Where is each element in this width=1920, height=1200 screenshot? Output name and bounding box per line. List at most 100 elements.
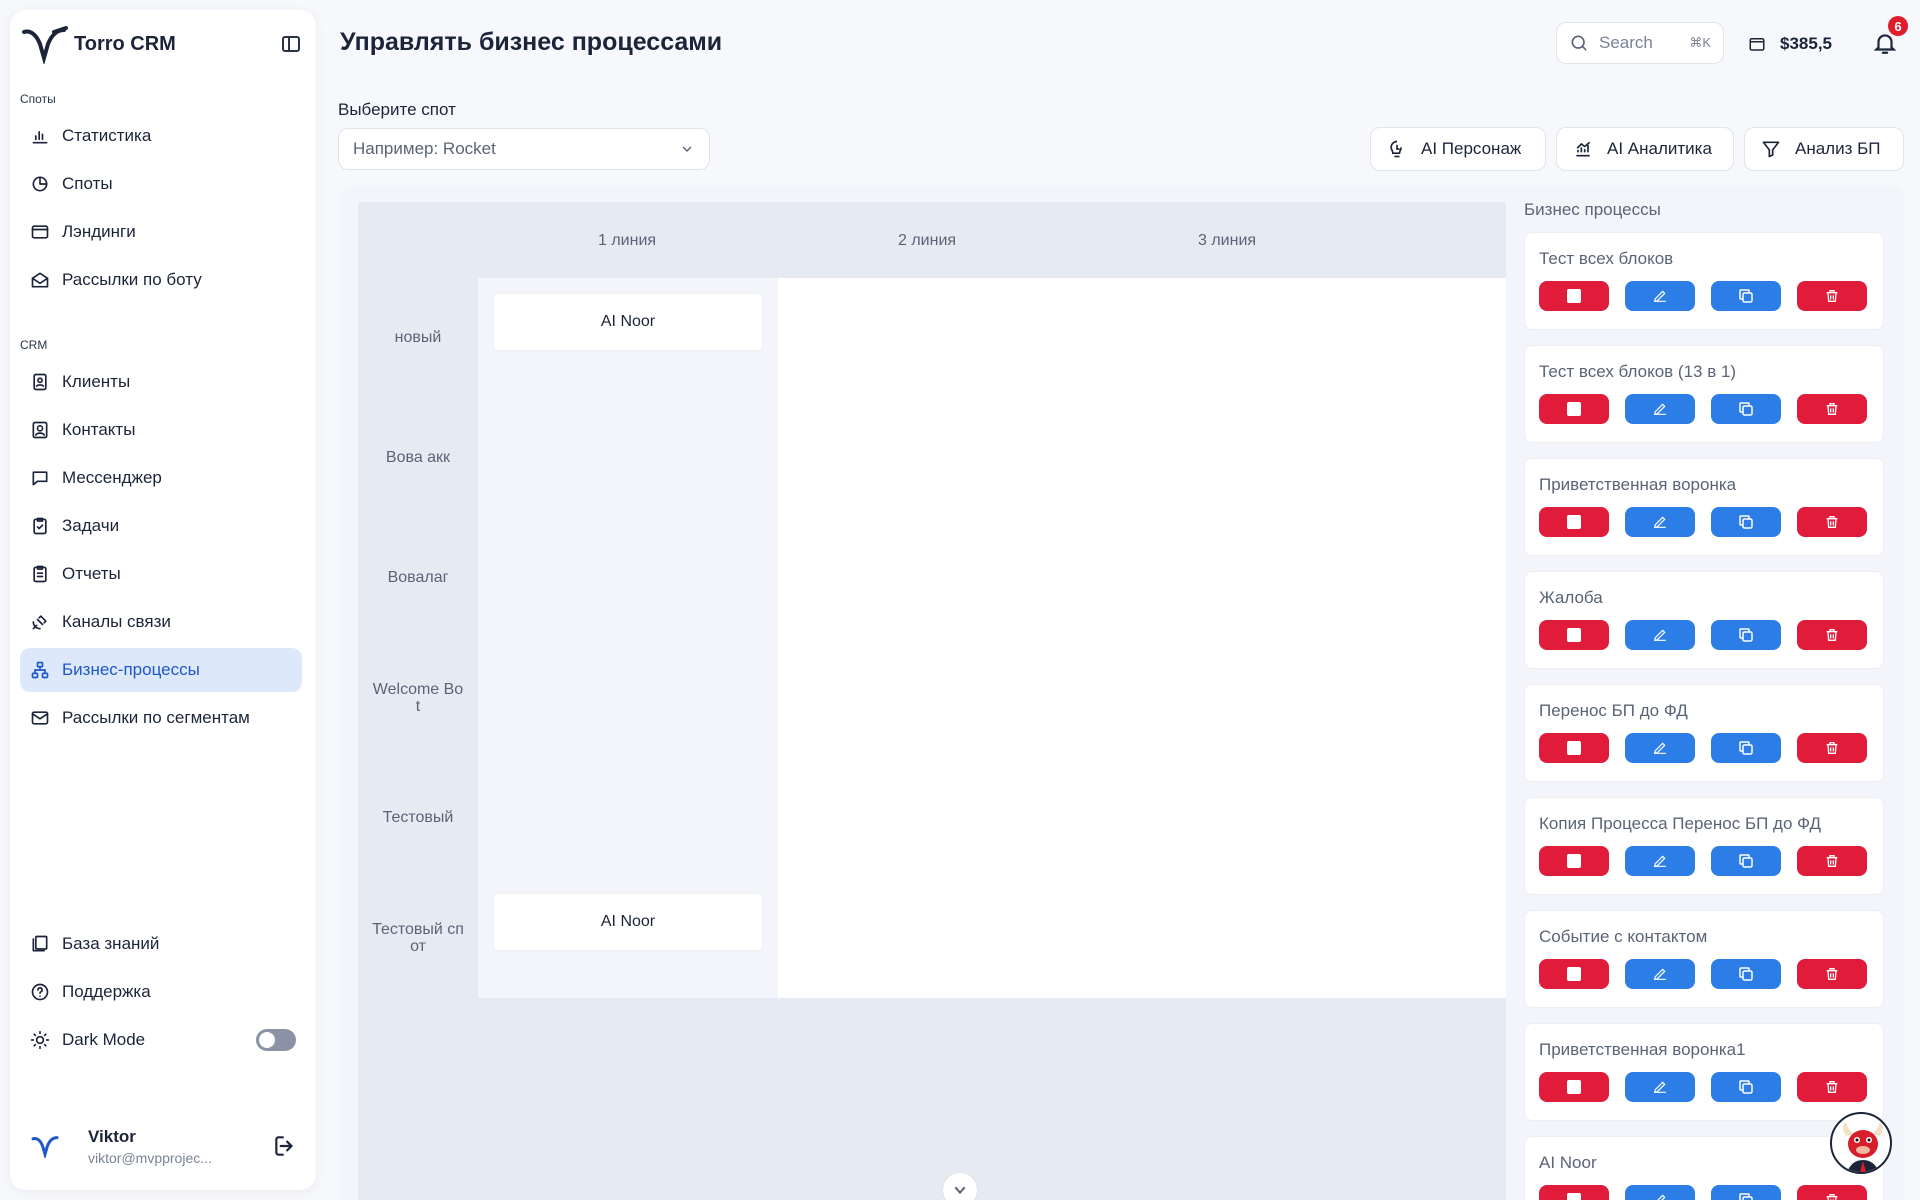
torro-logo-icon xyxy=(31,1136,59,1158)
stop-button[interactable] xyxy=(1539,1185,1609,1200)
copy-button[interactable] xyxy=(1711,620,1781,650)
sidebar-item-chat-bubble[interactable]: Мессенджер xyxy=(20,456,302,500)
analytics-chart-icon xyxy=(1576,141,1591,157)
board-column-4[interactable] xyxy=(1378,278,1506,998)
column-header-2: 2 линия xyxy=(898,232,957,249)
copy-icon xyxy=(1737,513,1755,531)
delete-button[interactable] xyxy=(1797,394,1867,424)
copy-button[interactable] xyxy=(1711,281,1781,311)
edit-button[interactable] xyxy=(1625,733,1695,763)
copy-button[interactable] xyxy=(1711,394,1781,424)
edit-button[interactable] xyxy=(1625,507,1695,537)
sidebar-item-label: Бизнес-процессы xyxy=(62,660,200,679)
envelope-open-icon xyxy=(30,270,50,290)
spot-select-placeholder: Например: Rocket xyxy=(353,139,496,158)
row-label: Тестовый xyxy=(382,809,454,826)
crm-nav: Клиенты Контакты Мессенджер Задачи Отчеты Кан… xyxy=(20,360,302,744)
edit-button[interactable] xyxy=(1625,620,1695,650)
edit-button[interactable] xyxy=(1625,394,1695,424)
process-name: AI Noor xyxy=(1539,1153,1597,1172)
pencil-icon xyxy=(1652,514,1668,530)
sidebar-item-user-card[interactable]: Клиенты xyxy=(20,360,302,404)
sidebar-item-label: Лэндинги xyxy=(62,222,136,241)
scroll-down-button[interactable] xyxy=(942,1172,978,1200)
stop-button[interactable] xyxy=(1539,281,1609,311)
copy-button[interactable] xyxy=(1711,733,1781,763)
process-name: Событие с контактом xyxy=(1539,927,1708,946)
logout-icon[interactable] xyxy=(272,1133,298,1159)
board-card[interactable]: AI Noor xyxy=(494,294,762,350)
delete-button[interactable] xyxy=(1797,846,1867,876)
edit-button[interactable] xyxy=(1625,1072,1695,1102)
edit-button[interactable] xyxy=(1625,959,1695,989)
spot-select[interactable]: Например: Rocket xyxy=(338,128,710,170)
delete-button[interactable] xyxy=(1797,281,1867,311)
copy-button[interactable] xyxy=(1711,959,1781,989)
board-card[interactable]: AI Noor xyxy=(494,894,762,950)
ai-analytics-label: AI Аналитика xyxy=(1607,139,1712,158)
sidebar-item-books[interactable]: База знаний xyxy=(20,922,302,966)
board-column-2[interactable] xyxy=(778,278,1078,998)
sidebar-item-bar-chart[interactable]: Статистика xyxy=(20,114,302,158)
delete-button[interactable] xyxy=(1797,620,1867,650)
delete-button[interactable] xyxy=(1797,1185,1867,1200)
stop-icon xyxy=(1567,628,1581,642)
ai-persona-button[interactable]: AI Персонаж xyxy=(1370,127,1546,171)
sidebar-item-contact-book[interactable]: Контакты xyxy=(20,408,302,452)
stop-button[interactable] xyxy=(1539,394,1609,424)
sidebar-item-label: Статистика xyxy=(62,126,152,145)
board-column-1[interactable] xyxy=(478,278,778,998)
sidebar-item-browser-window[interactable]: Лэндинги xyxy=(20,210,302,254)
search-box[interactable]: Search ⌘K xyxy=(1556,22,1724,64)
copy-button[interactable] xyxy=(1711,846,1781,876)
sidebar-item-clipboard-check[interactable]: Задачи xyxy=(20,504,302,548)
pencil-icon xyxy=(1652,966,1668,982)
sidebar-collapse-icon[interactable] xyxy=(282,36,300,52)
user-profile[interactable]: Viktor viktor@mvpprojec... xyxy=(20,1120,302,1172)
edit-button[interactable] xyxy=(1625,846,1695,876)
sidebar-item-sun[interactable]: Dark Mode xyxy=(20,1018,302,1062)
process-card: Тест всех блоков xyxy=(1524,232,1884,330)
stop-button[interactable] xyxy=(1539,959,1609,989)
process-name: Копия Процесса Перенос БП до ФД xyxy=(1539,814,1822,833)
sidebar-item-hierarchy[interactable]: Бизнес-процессы xyxy=(20,648,302,692)
stop-button[interactable] xyxy=(1539,846,1609,876)
board-column-3[interactable] xyxy=(1078,278,1378,998)
edit-button[interactable] xyxy=(1625,1185,1695,1200)
sidebar-item-label: Поддержка xyxy=(62,982,151,1001)
bp-analysis-button[interactable]: Анализ БП xyxy=(1744,127,1904,171)
stop-button[interactable] xyxy=(1539,507,1609,537)
copy-button[interactable] xyxy=(1711,1072,1781,1102)
process-card: Тест всех блоков (13 в 1) xyxy=(1524,345,1884,443)
delete-button[interactable] xyxy=(1797,733,1867,763)
hierarchy-icon xyxy=(30,660,50,680)
ai-analytics-button[interactable]: AI Аналитика xyxy=(1556,127,1734,171)
stop-button[interactable] xyxy=(1539,733,1609,763)
delete-button[interactable] xyxy=(1797,507,1867,537)
sidebar-item-help-circle[interactable]: Поддержка xyxy=(20,970,302,1014)
delete-button[interactable] xyxy=(1797,959,1867,989)
balance[interactable]: $385,5 xyxy=(1748,30,1832,58)
brand[interactable]: Torro CRM xyxy=(20,24,300,64)
sidebar-item-satellite[interactable]: Каналы связи xyxy=(20,600,302,644)
pencil-icon xyxy=(1652,1079,1668,1095)
dark-mode-toggle[interactable] xyxy=(256,1029,296,1051)
stop-icon xyxy=(1567,402,1581,416)
assistant-mascot-avatar[interactable] xyxy=(1830,1112,1892,1174)
edit-button[interactable] xyxy=(1625,281,1695,311)
sidebar-item-label: Задачи xyxy=(62,516,120,535)
satellite-icon xyxy=(30,612,50,632)
sidebar-item-pie-chart[interactable]: Споты xyxy=(20,162,302,206)
row-label: новый xyxy=(394,329,442,346)
process-name: Тест всех блоков xyxy=(1539,249,1674,268)
trash-icon xyxy=(1824,1192,1840,1200)
sidebar-item-mail[interactable]: Рассылки по сегментам xyxy=(20,696,302,740)
copy-button[interactable] xyxy=(1711,507,1781,537)
page-title: Управлять бизнес процессами xyxy=(340,28,723,56)
copy-button[interactable] xyxy=(1711,1185,1781,1200)
sidebar-item-envelope-open[interactable]: Рассылки по боту xyxy=(20,258,302,302)
delete-button[interactable] xyxy=(1797,1072,1867,1102)
stop-button[interactable] xyxy=(1539,620,1609,650)
sidebar-item-clipboard-list[interactable]: Отчеты xyxy=(20,552,302,596)
stop-button[interactable] xyxy=(1539,1072,1609,1102)
